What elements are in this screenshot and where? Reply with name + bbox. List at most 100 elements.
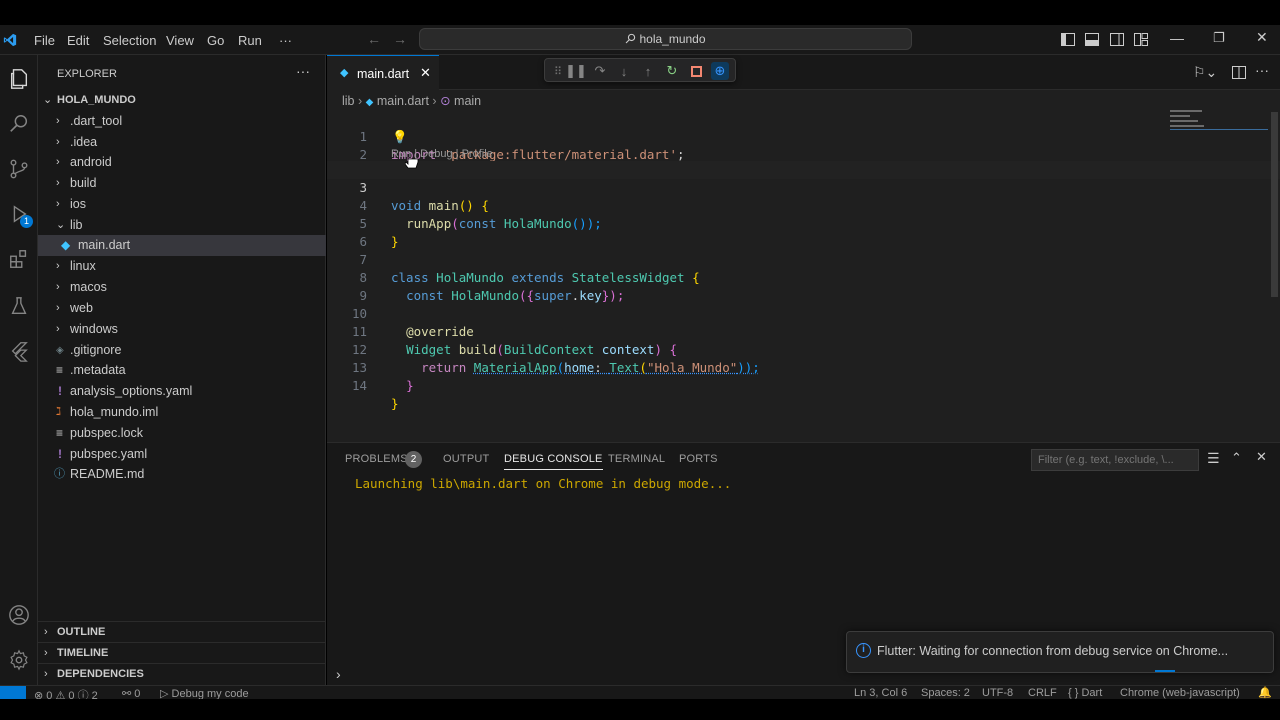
clear-console-icon[interactable]: ☰ <box>1207 450 1220 467</box>
menu-file[interactable]: File <box>34 33 55 48</box>
menu-selection[interactable]: Selection <box>103 33 156 48</box>
tree-item-idea[interactable]: › .idea <box>38 132 326 153</box>
minimize-icon[interactable]: — <box>1170 30 1184 46</box>
indentation[interactable]: Spaces: 2 <box>921 687 970 699</box>
chevron-right-icon: › <box>44 647 48 659</box>
code-token: } <box>406 378 414 393</box>
breadcrumb-symbol[interactable]: main <box>454 94 481 108</box>
devtools-search-icon[interactable]: ⊕ <box>711 62 729 80</box>
source-control-icon[interactable] <box>5 155 33 183</box>
run-debug-icon[interactable]: 1 <box>5 200 33 228</box>
step-over-icon[interactable]: ↷ <box>591 62 609 80</box>
close-panel-icon[interactable]: ✕ <box>1256 449 1267 465</box>
notification-toast[interactable]: i Flutter: Waiting for connection from d… <box>846 631 1274 673</box>
tree-item-web[interactable]: › web <box>38 298 326 319</box>
toggle-primary-sidebar-icon[interactable] <box>1061 33 1075 46</box>
testing-icon[interactable] <box>5 292 33 320</box>
tree-item-dart-tool[interactable]: › .dart_tool <box>38 111 326 132</box>
debug-status[interactable]: ▷ Debug my code <box>160 687 249 699</box>
info-icon: i <box>856 643 871 658</box>
tree-item-macos[interactable]: › macos <box>38 277 326 298</box>
console-prompt-chevron-icon[interactable]: › <box>336 666 341 682</box>
breadcrumb-file[interactable]: main.dart <box>377 94 429 108</box>
restore-icon[interactable]: ❐ <box>1213 30 1225 46</box>
pause-icon[interactable]: ❚❚ <box>565 62 587 80</box>
run-dropdown-icon[interactable]: ⚐⌄ <box>1193 64 1217 81</box>
tree-item-gitignore[interactable]: ◈ .gitignore <box>38 340 326 361</box>
menu-view[interactable]: View <box>166 33 194 48</box>
panel-tab-ports[interactable]: PORTS <box>679 453 718 465</box>
restart-icon[interactable]: ↻ <box>663 62 681 80</box>
panel-tab-terminal[interactable]: TERMINAL <box>608 453 665 465</box>
section-timeline[interactable]: › TIMELINE <box>38 642 326 663</box>
problems-count-badge: 2 <box>405 451 422 468</box>
menu-edit[interactable]: Edit <box>67 33 89 48</box>
tree-item-analysis-options[interactable]: ! analysis_options.yaml <box>38 381 326 402</box>
toggle-panel-icon[interactable] <box>1085 33 1099 46</box>
command-center-search[interactable]: hola_mundo <box>419 28 912 50</box>
explorer-more-icon[interactable]: ··· <box>296 63 310 79</box>
remote-indicator[interactable] <box>0 686 26 699</box>
tree-item-pubspec-yaml[interactable]: ! pubspec.yaml <box>38 444 326 465</box>
step-into-icon[interactable]: ↓ <box>615 62 633 80</box>
menu-go[interactable]: Go <box>207 33 224 48</box>
maximize-panel-icon[interactable]: ⌃ <box>1231 450 1242 466</box>
close-window-icon[interactable]: ✕ <box>1256 29 1268 46</box>
editor-scrollbar[interactable] <box>1271 112 1278 297</box>
tree-item-readme[interactable]: ⓘ README.md <box>38 464 326 485</box>
panel-tab-debug-console[interactable]: DEBUG CONSOLE <box>504 453 603 470</box>
tree-item-windows[interactable]: › windows <box>38 319 326 340</box>
menu-run[interactable]: Run <box>238 33 262 48</box>
tree-item-pubspec-lock[interactable]: ≡ pubspec.lock <box>38 423 326 444</box>
tree-item-android[interactable]: › android <box>38 152 326 173</box>
editor-more-icon[interactable]: ··· <box>1255 62 1269 78</box>
ports-status[interactable]: ⚯ 0 <box>122 687 140 699</box>
cursor-position[interactable]: Ln 3, Col 6 <box>854 687 907 699</box>
accounts-icon[interactable] <box>5 601 33 629</box>
tab-main-dart[interactable]: ◆ main.dart ✕ <box>327 55 439 90</box>
flutter-device[interactable]: Chrome (web-javascript) <box>1120 687 1240 699</box>
panel-tab-problems[interactable]: PROBLEMS <box>345 453 408 465</box>
debug-badge: 1 <box>20 215 33 228</box>
explorer-icon[interactable] <box>5 65 33 93</box>
tree-item-build[interactable]: › build <box>38 173 326 194</box>
minimap[interactable] <box>1170 108 1270 134</box>
breadcrumb-folder[interactable]: lib <box>342 94 355 108</box>
tree-item-lib[interactable]: ⌄ lib <box>38 215 326 236</box>
nav-back-icon[interactable]: ← <box>367 31 381 47</box>
search-icon[interactable] <box>5 110 33 138</box>
stop-icon[interactable] <box>687 62 705 80</box>
tree-item-ios[interactable]: › ios <box>38 194 326 215</box>
console-filter-input[interactable] <box>1031 449 1199 471</box>
rss-file-icon: ℷ <box>56 406 62 418</box>
line-endings[interactable]: CRLF <box>1028 687 1057 699</box>
tree-item-main-dart[interactable]: ◆ main.dart <box>38 235 326 256</box>
codelens-debug-link[interactable]: Debug <box>420 148 452 160</box>
extensions-icon[interactable] <box>5 245 33 273</box>
split-editor-icon[interactable] <box>1232 66 1246 79</box>
language-mode[interactable]: { } Dart <box>1068 687 1102 699</box>
section-dependencies[interactable]: › DEPENDENCIES <box>38 663 326 684</box>
workspace-root[interactable]: ⌄ HOLA_MUNDO <box>38 90 326 111</box>
toggle-secondary-sidebar-icon[interactable] <box>1110 33 1124 46</box>
tree-item-hola-mundo-iml[interactable]: ℷ hola_mundo.iml <box>38 402 326 423</box>
code-editor[interactable]: lib › ◆ main.dart › ⊙ main 1 import 'pac… <box>327 90 1280 442</box>
panel-tab-output[interactable]: OUTPUT <box>443 453 489 465</box>
workspace-root-label: HOLA_MUNDO <box>57 94 136 106</box>
problems-status[interactable]: ⊗ 0 ⚠ 0 ⓘ 2 <box>34 687 98 699</box>
lightbulb-icon[interactable]: 💡 <box>392 128 408 146</box>
code-line-9: 9 <box>327 269 1280 303</box>
flutter-icon[interactable] <box>5 337 33 365</box>
step-out-icon[interactable]: ↑ <box>639 62 657 80</box>
settings-gear-icon[interactable] <box>5 646 33 674</box>
nav-forward-icon[interactable]: → <box>393 31 407 47</box>
notifications-bell-icon[interactable]: 🔔 <box>1258 686 1272 699</box>
section-outline[interactable]: › OUTLINE <box>38 621 326 642</box>
customize-layout-icon[interactable] <box>1134 33 1148 46</box>
menu-more[interactable]: ··· <box>279 33 292 48</box>
close-tab-icon[interactable]: ✕ <box>420 65 431 81</box>
encoding[interactable]: UTF-8 <box>982 687 1013 699</box>
tree-item-metadata[interactable]: ≡ .metadata <box>38 360 326 381</box>
codelens-profile-link[interactable]: Profile <box>462 148 493 160</box>
tree-item-linux[interactable]: › linux <box>38 256 326 277</box>
